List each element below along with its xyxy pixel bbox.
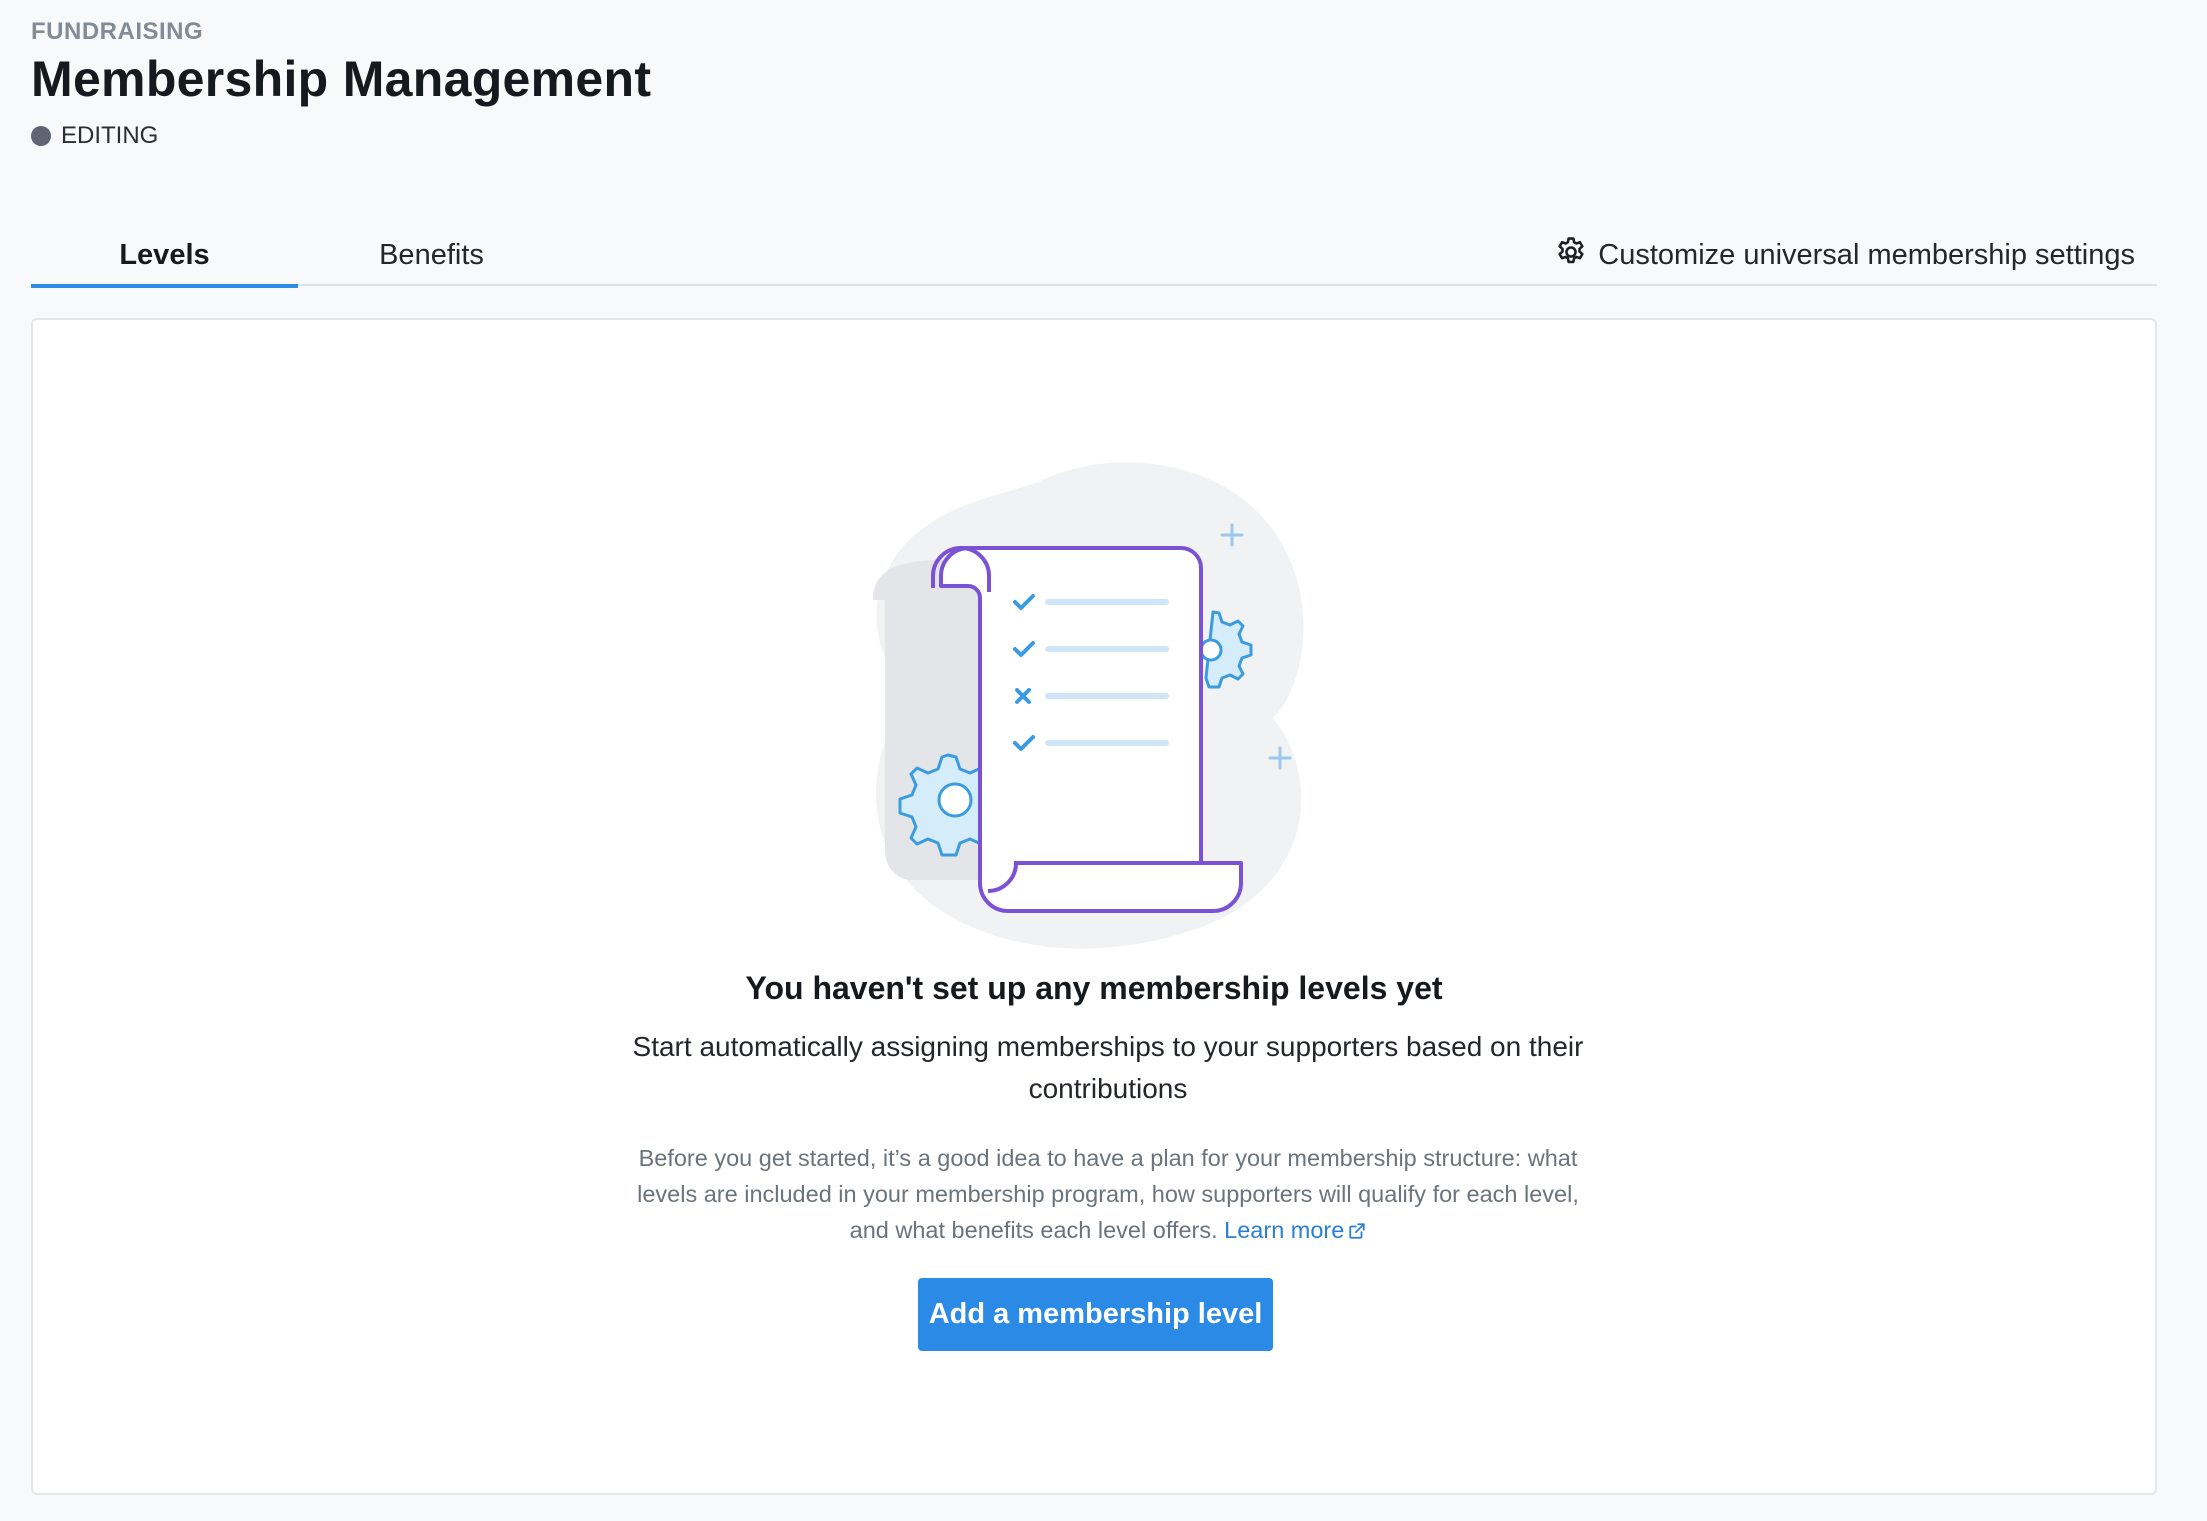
tab-benefits[interactable]: Benefits [298, 225, 565, 286]
empty-state-title: You haven't set up any membership levels… [745, 970, 1443, 1006]
status-indicator: EDITING [31, 122, 158, 150]
add-membership-level-button[interactable]: Add a membership level [918, 1278, 1273, 1351]
learn-more-link[interactable]: Learn more [1224, 1217, 1366, 1243]
status-label: EDITING [61, 122, 159, 149]
section-eyebrow: FUNDRAISING [31, 18, 204, 45]
empty-state-hint-text: Before you get started, it’s a good idea… [637, 1145, 1579, 1243]
empty-state-subtitle: Start automatically assigning membership… [632, 1031, 1584, 1104]
status-dot-icon [31, 126, 51, 146]
empty-state-hint: Before you get started, it’s a good idea… [628, 1140, 1588, 1248]
checklist-scroll-illustration [873, 462, 1304, 949]
membership-management-page: FUNDRAISING Membership Management EDITIN… [0, 0, 2207, 1521]
gear-icon [1554, 235, 1588, 277]
tab-levels[interactable]: Levels [31, 225, 298, 288]
customize-settings-link[interactable]: Customize universal membership settings [1554, 225, 2135, 286]
external-link-icon [1349, 1223, 1365, 1239]
page-title: Membership Management [31, 51, 652, 107]
tab-bar: Levels Benefits Customize universal memb… [31, 225, 2157, 288]
levels-empty-state-card: You haven't set up any membership levels… [31, 318, 2157, 1495]
customize-settings-label: Customize universal membership settings [1598, 239, 2135, 271]
learn-more-label: Learn more [1224, 1217, 1345, 1243]
